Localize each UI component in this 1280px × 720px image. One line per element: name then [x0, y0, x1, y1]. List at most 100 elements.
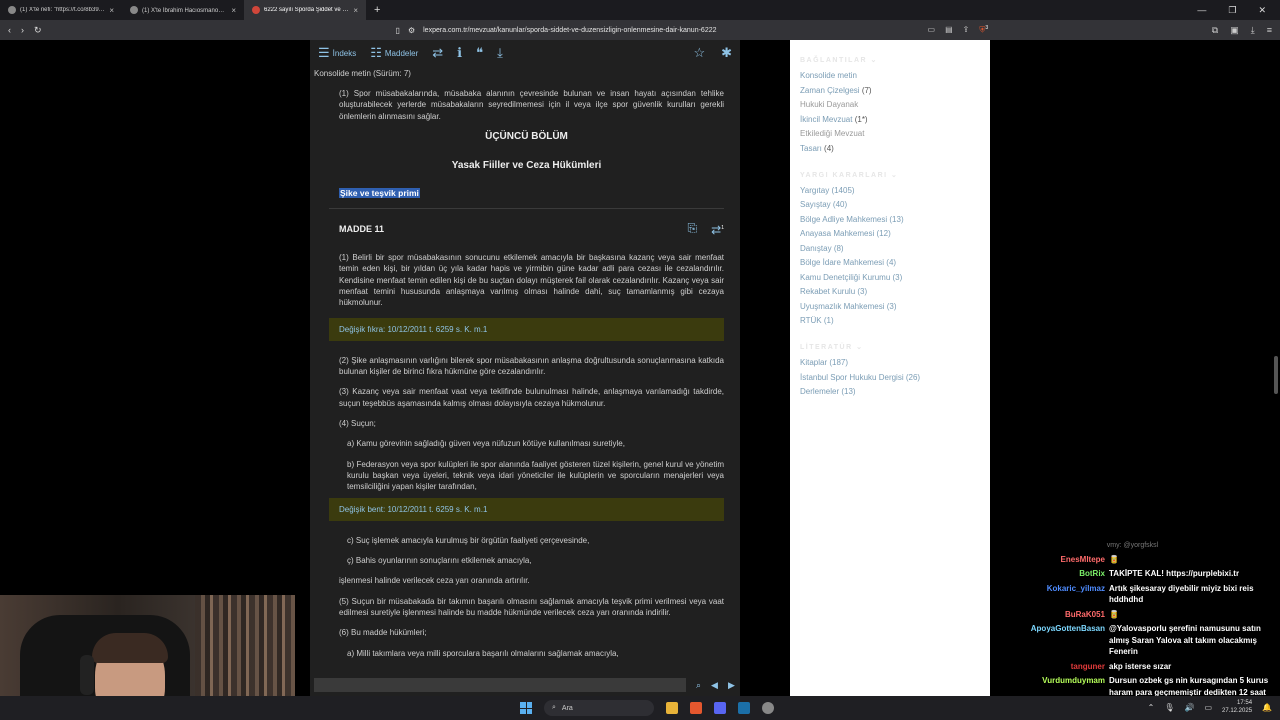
index-button[interactable]: ☰ İndeks: [318, 45, 356, 61]
ruling-link[interactable]: Kamu Denetçiliği Kurumu (3): [800, 273, 980, 282]
paragraph: (1) Spor müsabakalarında, müsabaka alanı…: [339, 89, 724, 121]
brave-browser-icon[interactable]: [690, 702, 702, 714]
ruling-link[interactable]: Rekabet Kurulu (3): [800, 287, 980, 296]
download-icon[interactable]: ⤓: [1251, 25, 1255, 36]
consolidated-version: Konsolide metin (Sürüm: 7): [314, 69, 411, 78]
windows-start-icon[interactable]: [520, 702, 532, 714]
previous-icon[interactable]: ◀: [711, 680, 718, 691]
sidebar-link[interactable]: İkincil Mevzuat (1*): [800, 115, 980, 124]
brave-shield-icon[interactable]: ⛨3: [979, 25, 988, 36]
steam-icon[interactable]: [738, 702, 750, 714]
chat-faded-message: vmy: @yorgfsksl: [1106, 542, 1159, 549]
close-icon[interactable]: ×: [109, 6, 114, 15]
sidebar-link[interactable]: Zaman Çizelgesi (7): [800, 86, 980, 95]
volume-icon[interactable]: 🔊: [1184, 703, 1194, 712]
address-bar: ‹ › ↻ ▯ ⚙ lexpera.com.tr/mevzuat/kanunla…: [0, 20, 1280, 40]
file-explorer-icon[interactable]: [666, 702, 678, 714]
reader-icon[interactable]: ▤: [945, 25, 953, 36]
chat-username[interactable]: EnesMltepe: [995, 554, 1105, 566]
cast-icon[interactable]: ▭: [928, 25, 936, 36]
notification-icon[interactable]: 🔔: [1262, 703, 1272, 712]
ruling-link[interactable]: Bölge İdare Mahkemesi (4): [800, 258, 980, 267]
page-scrollbar[interactable]: [1274, 356, 1278, 394]
new-tab-button[interactable]: +: [366, 4, 388, 16]
literature-link[interactable]: Kitaplar (187): [800, 358, 980, 367]
sidebar-link[interactable]: Konsolide metin: [800, 71, 980, 80]
chat-username[interactable]: tanguner: [995, 661, 1105, 673]
literature-heading[interactable]: LİTERATÜR ⌄: [800, 343, 980, 351]
ruling-link[interactable]: RTÜK (1): [800, 316, 980, 325]
literature-link[interactable]: İstanbul Spor Hukuku Dergisi (26): [800, 373, 980, 382]
extensions-icon[interactable]: ⧉: [1212, 25, 1218, 36]
browser-tab[interactable]: (1) X'te İbrahim Hacıosmanoğlu: "🔴 #Şik.…: [122, 0, 244, 20]
search-icon[interactable]: ⌕: [696, 680, 701, 691]
literature-count: (13): [841, 387, 856, 396]
chat-username[interactable]: BotRix: [995, 568, 1105, 580]
search-icon: ⌕: [552, 704, 556, 711]
ruling-link[interactable]: Bölge Adliye Mahkemesi (13): [800, 215, 980, 224]
download-icon[interactable]: ⤓: [497, 45, 503, 61]
sidebar-link-label: İkincil Mevzuat: [800, 114, 853, 124]
reload-icon[interactable]: ↻: [34, 25, 42, 36]
discord-icon[interactable]: [714, 702, 726, 714]
ruling-link[interactable]: Sayıştay (40): [800, 200, 980, 209]
madde-actions: ⎘ ⇄1: [688, 222, 724, 236]
close-icon[interactable]: ×: [231, 6, 236, 15]
close-window-icon[interactable]: ✕: [1258, 5, 1266, 16]
next-icon[interactable]: ▶: [728, 680, 735, 691]
network-icon[interactable]: ▭: [1204, 703, 1212, 712]
maximize-icon[interactable]: ❐: [1228, 5, 1236, 16]
bookmark-icon[interactable]: ▯: [396, 26, 400, 35]
sidebar-link[interactable]: Tasarı (4): [800, 144, 980, 153]
ruling-link[interactable]: Uyuşmazlık Mahkemesi (3): [800, 302, 980, 311]
article-search-input[interactable]: [314, 678, 686, 692]
app-icon[interactable]: [762, 702, 774, 714]
site-info-icon[interactable]: ⚙: [408, 26, 415, 35]
compare-icon[interactable]: ⇄1: [711, 223, 724, 236]
share-icon[interactable]: ⇪: [963, 25, 970, 36]
menu-icon[interactable]: ≡: [1267, 25, 1272, 36]
mic-icon[interactable]: 🎙: [1164, 703, 1174, 712]
selected-article-heading[interactable]: Şike ve teşvik primi: [339, 188, 420, 199]
literature-label: Kitaplar: [800, 358, 828, 367]
info-icon[interactable]: ℹ: [457, 45, 462, 61]
url-field[interactable]: ▯ ⚙ lexpera.com.tr/mevzuat/kanunlar/spor…: [388, 23, 918, 37]
toolbar-right: ☆ ✱: [693, 45, 732, 61]
browser-tab[interactable]: (1) X'te nefi: "https://t.co/8b397Hlsi2"…: [0, 0, 122, 20]
sidebar-link-disabled: Etkilediği Mevzuat: [800, 129, 980, 138]
close-icon[interactable]: ×: [353, 6, 358, 15]
paragraph: (6) Bu madde hükümleri;: [339, 628, 427, 638]
sidebar-link-count: (7): [861, 85, 872, 95]
chevron-up-icon[interactable]: ⌃: [1148, 703, 1155, 712]
paragraph: b) Federasyon veya spor kulüpleri ile sp…: [347, 459, 724, 492]
browser-tab-bar: (1) X'te nefi: "https://t.co/8b397Hlsi2"…: [0, 0, 1280, 20]
amendment-note[interactable]: Değişik bent: 10/12/2011 t. 6259 s. K. m…: [329, 497, 724, 521]
ruling-link[interactable]: Danıştay (8): [800, 244, 980, 253]
chat-username[interactable]: Kokaric_yilmaz: [995, 583, 1105, 606]
quote-icon[interactable]: ❝: [476, 45, 483, 61]
browser-tab-active[interactable]: 6222 sayılı Sporda Şiddet ve Düz... ×: [244, 0, 366, 20]
forward-icon[interactable]: ›: [21, 25, 24, 35]
ruling-link[interactable]: Yargıtay (1405): [800, 186, 980, 195]
articles-button[interactable]: ☷ Maddeler: [370, 45, 418, 61]
chat-text: @Yalovasporlu şerefini namusunu satın al…: [1109, 624, 1261, 656]
rulings-heading[interactable]: YARGI KARARLARI ⌄: [800, 171, 980, 179]
links-sidebar: BAĞLANTILAR ⌄ Konsolide metin Zaman Çize…: [790, 40, 990, 696]
star-icon[interactable]: ☆: [693, 45, 705, 61]
amendment-note[interactable]: Değişik fıkra: 10/12/2011 t. 6259 s. K. …: [329, 317, 724, 341]
clock[interactable]: 17:54 27.12.2025: [1222, 699, 1252, 715]
links-heading[interactable]: BAĞLANTILAR ⌄: [800, 56, 980, 64]
taskbar-apps: ⌕ Ara: [520, 700, 774, 716]
copy-icon[interactable]: ⎘: [688, 222, 698, 236]
minimize-icon[interactable]: —: [1197, 5, 1206, 16]
url-text[interactable]: lexpera.com.tr/mevzuat/kanunlar/sporda-s…: [423, 27, 716, 34]
gear-icon[interactable]: ✱: [721, 45, 732, 61]
chat-username[interactable]: BuRaK051: [995, 609, 1105, 621]
taskbar-search[interactable]: ⌕ Ara: [544, 700, 654, 716]
chat-username[interactable]: ApoyaGottenBasan: [995, 623, 1105, 658]
wallet-icon[interactable]: ▣: [1230, 25, 1239, 36]
ruling-link[interactable]: Anayasa Mahkemesi (12): [800, 229, 980, 238]
literature-link[interactable]: Derlemeler (13): [800, 387, 980, 396]
compare-icon[interactable]: ⇄: [432, 45, 443, 61]
back-icon[interactable]: ‹: [8, 25, 11, 35]
